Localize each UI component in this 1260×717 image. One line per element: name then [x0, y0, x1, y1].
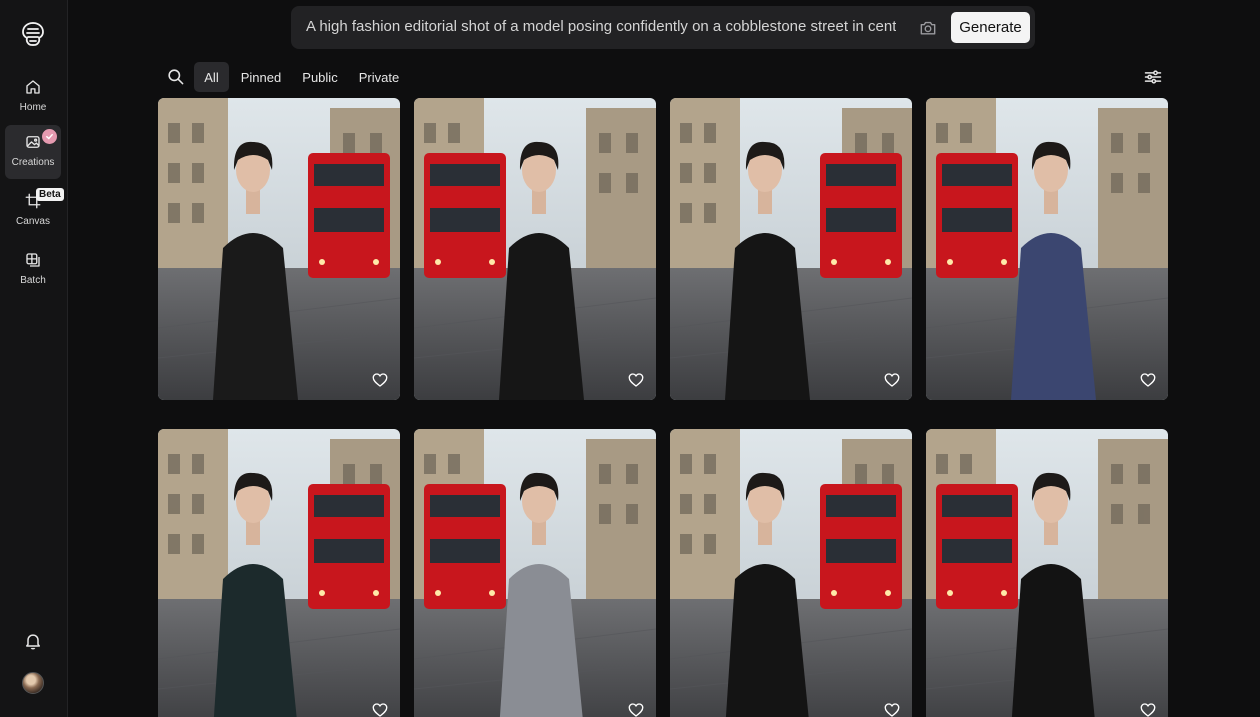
- sidebar-item-label: Home: [19, 102, 47, 113]
- generate-button[interactable]: Generate: [951, 12, 1030, 43]
- generated-image: [158, 98, 400, 400]
- tab-pinned[interactable]: Pinned: [235, 62, 287, 92]
- generated-image: [414, 98, 656, 400]
- sidebar-item-label: Canvas: [16, 216, 50, 227]
- generated-image: [670, 98, 912, 400]
- sidebar-item-label: Batch: [20, 275, 46, 286]
- sidebar-item-label: Creations: [11, 157, 55, 168]
- tab-public[interactable]: Public: [296, 62, 344, 92]
- app-root: Home Creations Canvas Beta Batch A high …: [0, 0, 1260, 717]
- gallery-image-card[interactable]: [158, 429, 400, 717]
- prompt-bar: A high fashion editorial shot of a model…: [291, 6, 1035, 49]
- gallery-image-card[interactable]: [414, 429, 656, 717]
- gallery-image-card[interactable]: [414, 98, 656, 400]
- gallery-image-card[interactable]: [926, 98, 1168, 400]
- heart-icon[interactable]: [627, 701, 645, 717]
- home-icon: [26, 80, 40, 94]
- heart-icon[interactable]: [883, 371, 901, 389]
- user-avatar[interactable]: [22, 672, 44, 694]
- generated-image: [414, 429, 656, 717]
- heart-icon[interactable]: [883, 701, 901, 717]
- beta-badge: Beta: [36, 188, 64, 201]
- gallery-image-card[interactable]: [158, 98, 400, 400]
- filter-sliders-icon[interactable]: [1143, 67, 1163, 87]
- generated-image: [926, 98, 1168, 400]
- generated-image: [926, 429, 1168, 717]
- tab-all[interactable]: All: [194, 62, 229, 92]
- brand-logo-icon[interactable]: [19, 20, 47, 48]
- heart-icon[interactable]: [371, 701, 389, 717]
- sidebar-item-batch[interactable]: Batch: [5, 243, 61, 297]
- notifications-bell-icon[interactable]: [23, 631, 43, 651]
- gallery-image-card[interactable]: [670, 429, 912, 717]
- generated-image: [158, 429, 400, 717]
- heart-icon[interactable]: [1139, 701, 1157, 717]
- sidebar: Home Creations Canvas Beta Batch: [0, 0, 68, 717]
- batch-grid-icon: [26, 253, 40, 267]
- sidebar-item-creations[interactable]: Creations: [5, 125, 61, 179]
- gallery-image-card[interactable]: [670, 98, 912, 400]
- camera-icon[interactable]: [918, 18, 938, 38]
- search-icon[interactable]: [166, 67, 185, 86]
- heart-icon[interactable]: [1139, 371, 1157, 389]
- heart-icon[interactable]: [371, 371, 389, 389]
- generated-image: [670, 429, 912, 717]
- gallery-image-card[interactable]: [926, 429, 1168, 717]
- tab-private[interactable]: Private: [353, 62, 405, 92]
- sidebar-item-home[interactable]: Home: [5, 70, 61, 124]
- check-badge-icon: [42, 129, 57, 144]
- heart-icon[interactable]: [627, 371, 645, 389]
- prompt-input[interactable]: A high fashion editorial shot of a model…: [306, 18, 896, 35]
- gallery-icon: [26, 136, 40, 148]
